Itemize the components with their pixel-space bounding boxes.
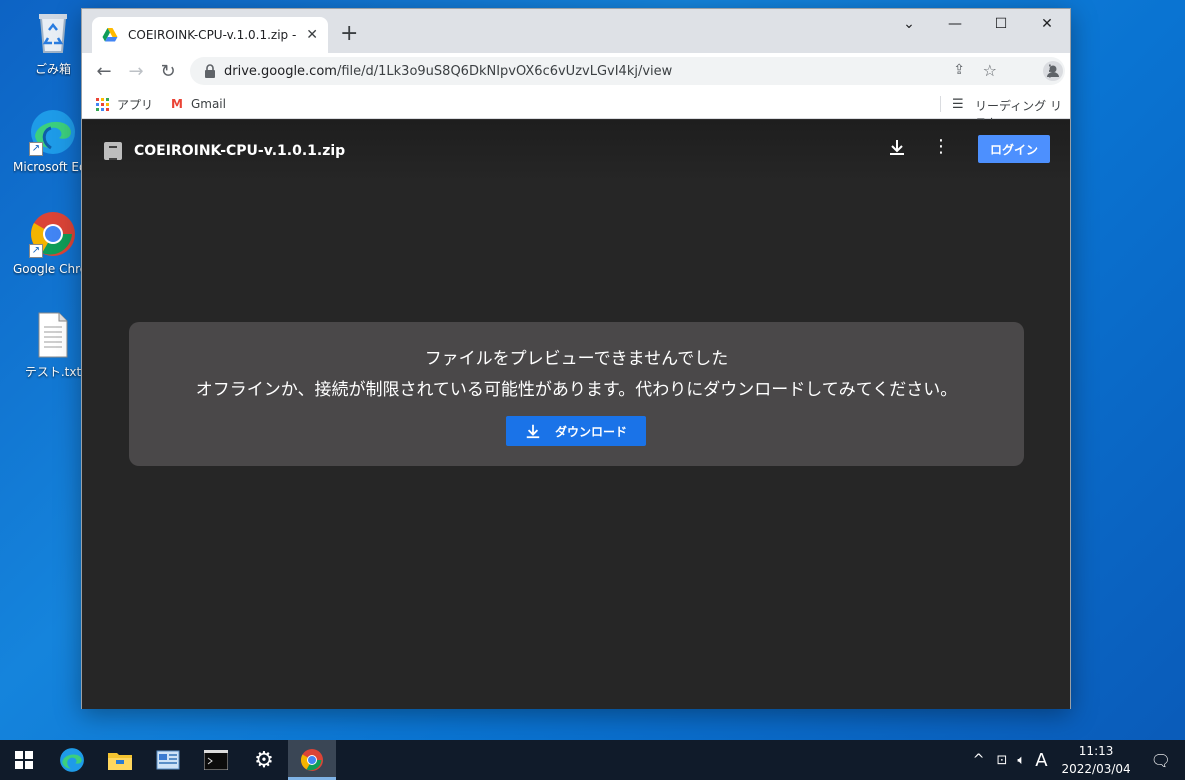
reload-button[interactable]: ↻ — [152, 58, 184, 86]
desktop-icon-label: ごみ箱 — [34, 62, 71, 76]
login-button[interactable]: ログイン — [978, 135, 1050, 163]
taskbar: ⚙ ^ ⊡ 🔈︎ A 11:13 2022/03/04 🗨︎ — [0, 740, 1185, 780]
preview-error-card: ファイルをプレビューできませんでした オフラインか、接続が制限されている可能性が… — [129, 322, 1024, 466]
volume-icon[interactable]: 🔈︎ — [1017, 753, 1025, 768]
taskbar-terminal[interactable] — [192, 740, 240, 780]
drive-viewer: COEIROINK-CPU-v.1.0.1.zip ⋮ ログイン ファイルをプレ… — [82, 120, 1070, 709]
gear-icon: ⚙ — [254, 747, 274, 773]
network-icon[interactable]: ⊡ — [996, 753, 1007, 768]
windows-logo-icon — [15, 751, 33, 769]
control-panel-icon — [156, 750, 180, 770]
notification-center-icon[interactable]: 🗨︎ — [1151, 751, 1171, 770]
lock-icon — [205, 64, 215, 78]
drive-header: COEIROINK-CPU-v.1.0.1.zip — [82, 120, 1070, 182]
terminal-icon — [204, 750, 228, 770]
tab-title: COEIROINK-CPU-v.1.0.1.zip - Goo — [128, 28, 300, 42]
address-bar[interactable]: drive.google.com/file/d/1Lk3o9uS8Q6DkNIp… — [190, 57, 1065, 85]
tab-search-icon[interactable]: ⌄ — [886, 9, 932, 39]
download-icon[interactable] — [888, 138, 906, 161]
desktop-icon-label: テスト.txt — [24, 365, 82, 379]
preview-error-message: オフラインか、接続が制限されている可能性があります。代わりにダウンロードしてみて… — [195, 380, 958, 400]
tab-close-icon[interactable]: ✕ — [306, 27, 318, 43]
minimize-button[interactable]: — — [932, 9, 978, 39]
chrome-menu-icon[interactable]: ⋮ — [1042, 61, 1058, 80]
more-options-icon[interactable]: ⋮ — [932, 136, 950, 157]
taskbar-edge[interactable] — [48, 740, 96, 780]
bookmarks-bar: アプリ M Gmail ☰ リーディング リスト — [82, 90, 1070, 130]
taskbar-settings[interactable]: ⚙ — [240, 740, 288, 780]
bookmark-apps[interactable]: アプリ — [117, 96, 153, 113]
gmail-icon: M — [171, 97, 183, 111]
folder-icon — [108, 753, 132, 770]
start-button[interactable] — [0, 740, 48, 780]
apps-grid-icon — [96, 97, 109, 111]
system-tray: ^ ⊡ 🔈︎ A 11:13 2022/03/04 🗨︎ — [973, 740, 1185, 780]
clock-date: 2022/03/04 — [1061, 762, 1131, 776]
edge-icon: ↗ — [29, 108, 77, 156]
forward-button[interactable]: → — [120, 58, 152, 86]
file-name: COEIROINK-CPU-v.1.0.1.zip — [134, 143, 346, 159]
back-button[interactable]: ← — [88, 58, 120, 86]
download-button-label: ダウンロード — [554, 424, 627, 439]
edge-icon — [60, 748, 84, 772]
taskbar-file-explorer[interactable] — [96, 740, 144, 780]
download-button[interactable]: ダウンロード — [506, 416, 646, 446]
shortcut-arrow-icon: ↗ — [29, 142, 43, 156]
taskbar-chrome[interactable] — [288, 740, 336, 780]
close-window-button[interactable]: ✕ — [1024, 9, 1070, 39]
text-file-icon — [29, 311, 77, 359]
browser-toolbar: ← → ↻ drive.google.com/file/d/1Lk3o9uS8Q… — [82, 53, 1070, 90]
share-icon[interactable]: ⇪ — [953, 62, 965, 78]
bookmark-gmail[interactable]: Gmail — [191, 97, 226, 111]
shortcut-arrow-icon: ↗ — [29, 244, 43, 258]
zip-file-icon — [104, 142, 122, 160]
preview-error-title: ファイルをプレビューできませんでした — [424, 349, 729, 369]
taskbar-control-panel[interactable] — [144, 740, 192, 780]
chrome-icon — [301, 749, 323, 771]
ime-indicator[interactable]: A — [1035, 750, 1047, 771]
browser-tab[interactable]: COEIROINK-CPU-v.1.0.1.zip - Goo ✕ — [92, 17, 328, 53]
reading-list-icon: ☰ — [952, 97, 964, 112]
bookmarks-divider — [940, 96, 941, 112]
chrome-window: COEIROINK-CPU-v.1.0.1.zip - Goo ✕ + ⌄ — … — [81, 8, 1071, 709]
show-hidden-icons-chevron-icon[interactable]: ^ — [973, 752, 985, 768]
bookmark-star-icon[interactable]: ☆ — [983, 61, 997, 80]
chrome-icon: ↗ — [29, 210, 77, 258]
google-drive-icon — [102, 28, 118, 42]
clock[interactable]: 11:13 2022/03/04 — [1062, 742, 1131, 778]
download-icon — [526, 424, 540, 439]
url-text: drive.google.com/file/d/1Lk3o9uS8Q6DkNIp… — [224, 63, 673, 79]
clock-time: 11:13 — [1078, 744, 1114, 758]
maximize-button[interactable]: ☐ — [978, 9, 1024, 39]
tab-strip: COEIROINK-CPU-v.1.0.1.zip - Goo ✕ + ⌄ — … — [82, 9, 1070, 53]
recycle-bin-icon — [29, 8, 77, 56]
new-tab-button[interactable]: + — [340, 21, 358, 46]
